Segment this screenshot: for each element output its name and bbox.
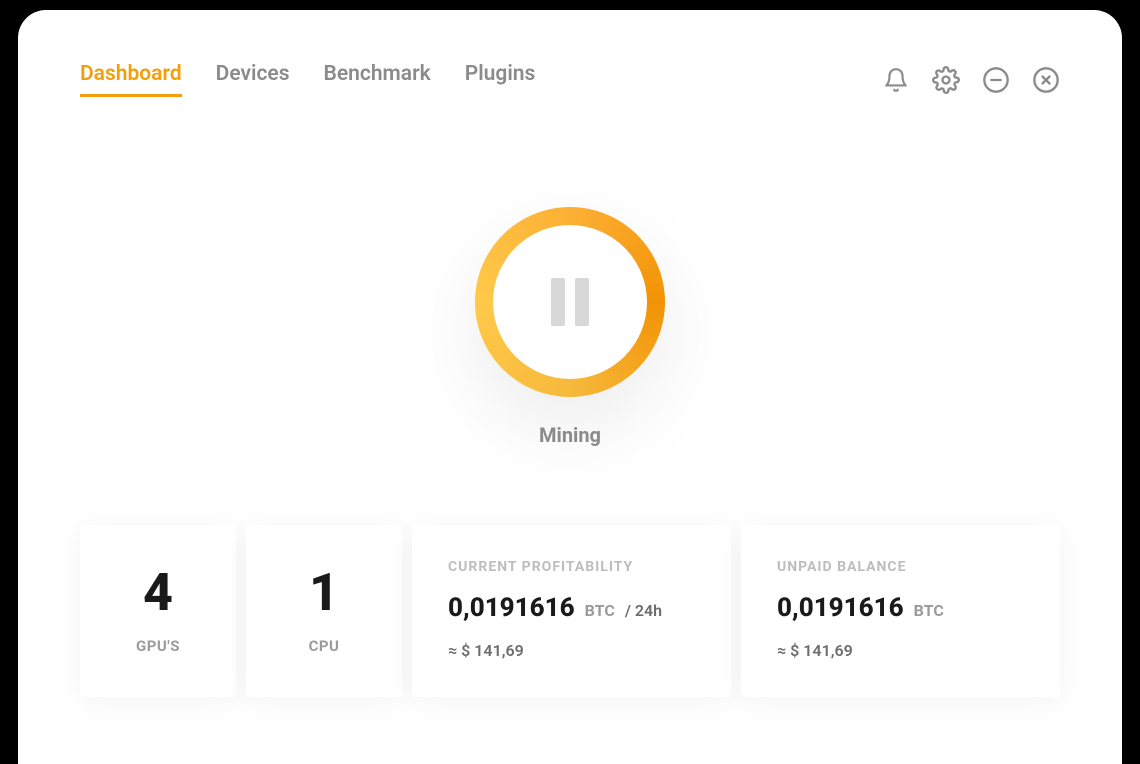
pause-icon <box>493 225 647 379</box>
tab-benchmark[interactable]: Benchmark <box>324 62 431 97</box>
gear-icon[interactable] <box>932 66 960 94</box>
bell-icon[interactable] <box>882 66 910 94</box>
balance-amount: 0,0191616 <box>777 593 904 623</box>
balance-unit: BTC <box>914 601 944 620</box>
profitability-unit: BTC <box>585 601 615 620</box>
cpu-label: CPU <box>309 637 340 655</box>
balance-approx: ≈ $ 141,69 <box>777 641 1024 660</box>
gpu-label: GPU'S <box>136 637 180 655</box>
tab-dashboard[interactable]: Dashboard <box>80 62 182 97</box>
minimize-icon[interactable] <box>982 66 1010 94</box>
mining-hero: Mining <box>80 207 1060 447</box>
window-controls <box>882 66 1060 94</box>
cpu-count: 1 <box>309 567 339 619</box>
cpu-card: 1 CPU <box>246 525 402 697</box>
profitability-amount: 0,0191616 <box>448 593 575 623</box>
balance-card: UNPAID BALANCE 0,0191616 BTC ≈ $ 141,69 <box>741 525 1060 697</box>
profitability-title: CURRENT PROFITABILITY <box>448 559 695 575</box>
profitability-approx: ≈ $ 141,69 <box>448 641 695 660</box>
profitability-card: CURRENT PROFITABILITY 0,0191616 BTC / 24… <box>412 525 731 697</box>
mining-toggle-button[interactable] <box>475 207 665 397</box>
tab-devices[interactable]: Devices <box>216 62 290 97</box>
nav-tabs: Dashboard Devices Benchmark Plugins <box>80 62 535 97</box>
stats-cards: 4 GPU'S 1 CPU CURRENT PROFITABILITY 0,01… <box>80 525 1060 697</box>
mining-status-label: Mining <box>539 423 601 447</box>
gpu-count: 4 <box>143 567 173 619</box>
profitability-per: / 24h <box>625 601 662 620</box>
gpu-card: 4 GPU'S <box>80 525 236 697</box>
app-window: Dashboard Devices Benchmark Plugins <box>18 10 1122 764</box>
close-icon[interactable] <box>1032 66 1060 94</box>
balance-title: UNPAID BALANCE <box>777 559 1024 575</box>
tab-plugins[interactable]: Plugins <box>465 62 536 97</box>
top-bar: Dashboard Devices Benchmark Plugins <box>80 62 1060 97</box>
